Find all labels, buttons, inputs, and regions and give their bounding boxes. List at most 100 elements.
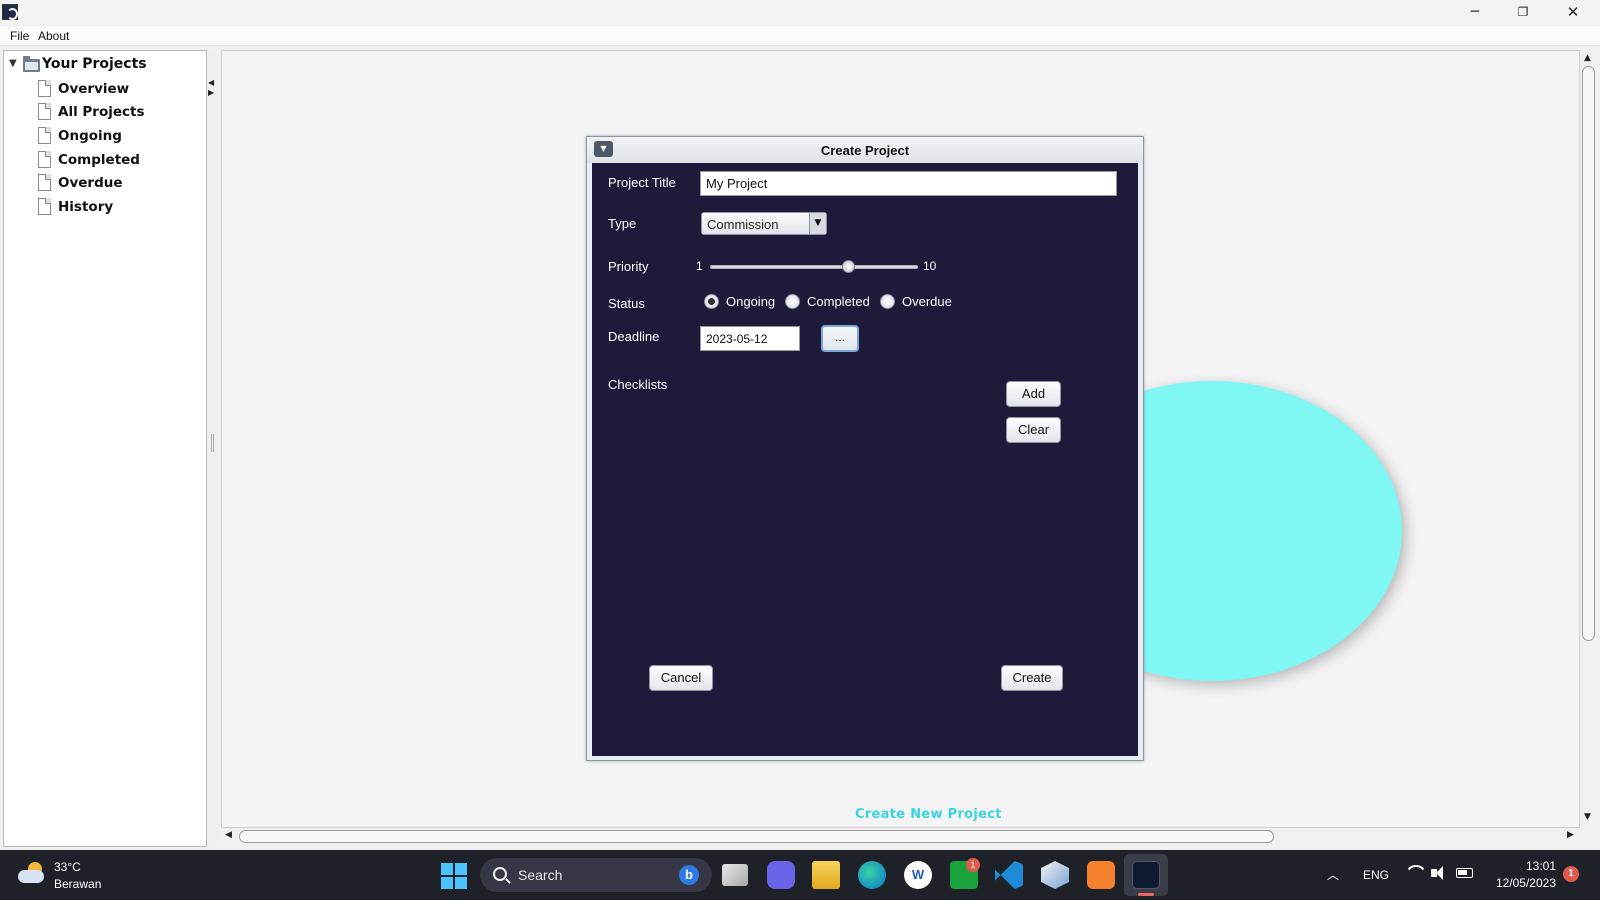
priority-slider-thumb[interactable]: [842, 260, 856, 273]
radio-label: Overdue: [902, 294, 952, 309]
search-label: Search: [518, 867, 563, 883]
menu-about[interactable]: About: [38, 29, 69, 43]
splitter-grip[interactable]: [211, 434, 214, 452]
project-title-label: Project Title: [608, 175, 676, 190]
tree-item-label: Overview: [58, 81, 130, 97]
menu-file[interactable]: File: [10, 29, 29, 43]
type-label: Type: [608, 216, 637, 231]
input-language-indicator[interactable]: ENG: [1363, 868, 1389, 882]
document-icon: [38, 151, 51, 168]
vertical-scroll-thumb[interactable]: [1582, 66, 1595, 641]
show-hidden-icons-chevron-icon[interactable]: ︿: [1327, 866, 1339, 883]
tree-item-label: Overdue: [58, 175, 123, 191]
tree-root-your-projects[interactable]: Your Projects: [42, 56, 147, 72]
window-title-bar: ─ ❐ ✕: [0, 0, 1600, 24]
scroll-down-icon[interactable]: ▼: [1584, 812, 1591, 822]
tree-item-ongoing[interactable]: Ongoing: [38, 126, 203, 146]
close-icon[interactable]: ✕: [1550, 0, 1596, 24]
checklists-label: Checklists: [608, 377, 668, 392]
wifi-icon[interactable]: [1406, 865, 1424, 881]
search-icon: [493, 867, 507, 881]
create-project-dialog: Create Project ▼ Project Title Type Comm…: [586, 136, 1144, 761]
deadline-label: Deadline: [608, 329, 660, 344]
clear-checklist-button[interactable]: Clear: [1006, 417, 1061, 443]
priority-min-label: 1: [696, 259, 703, 273]
tree-item-label: All Projects: [58, 104, 145, 120]
volume-icon[interactable]: [1431, 866, 1447, 880]
tree-item-history[interactable]: History: [38, 197, 203, 217]
edge-browser-icon[interactable]: [858, 861, 886, 889]
radio-label: Completed: [807, 294, 870, 309]
document-icon: [38, 174, 51, 191]
date-picker-button[interactable]: ...: [821, 325, 859, 352]
minimize-icon[interactable]: ─: [1452, 0, 1498, 24]
windows-taskbar: 33°C Berawan Search b 1 ︿ ENG 13:01 12/0…: [0, 850, 1600, 900]
status-label: Status: [608, 296, 645, 311]
radio-button-icon[interactable]: [785, 294, 800, 309]
tree-item-label: Ongoing: [58, 128, 122, 144]
clock-time[interactable]: 13:01: [1470, 859, 1556, 873]
create-new-project-link[interactable]: Create New Project: [855, 807, 1002, 822]
collapse-arrows-icon[interactable]: ◀ ▶: [208, 78, 214, 98]
horizontal-scrollbar[interactable]: ◀ ▶: [221, 828, 1580, 845]
dialog-form: Project Title Type Commission ▼ Priority…: [592, 163, 1138, 756]
create-button[interactable]: Create: [1001, 665, 1063, 691]
java-app-icon[interactable]: [1132, 861, 1160, 889]
scroll-up-icon[interactable]: ▲: [1584, 53, 1591, 63]
task-view-icon[interactable]: [722, 864, 748, 886]
split-pane-divider[interactable]: ◀ ▶: [207, 50, 218, 847]
type-selected-value: Commission: [707, 217, 779, 232]
type-select[interactable]: Commission ▼: [701, 212, 827, 235]
tree-item-overview[interactable]: Overview: [38, 79, 203, 99]
weather-temperature[interactable]: 33°C: [54, 860, 81, 874]
vscode-icon[interactable]: [995, 861, 1023, 889]
dialog-menu-icon[interactable]: ▼: [594, 141, 613, 157]
weather-cloudy-icon[interactable]: [18, 862, 46, 884]
active-app-indicator: [1138, 893, 1154, 896]
document-icon: [38, 127, 51, 144]
dropdown-arrow-icon[interactable]: ▼: [809, 213, 826, 234]
tree-item-label: Completed: [58, 152, 140, 168]
project-tree: ▼ Your Projects Overview All Projects On…: [3, 50, 207, 847]
windows-start-icon[interactable]: [441, 863, 467, 889]
vertical-scrollbar[interactable]: ▲ ▼: [1580, 50, 1597, 828]
tree-item-label: History: [58, 199, 114, 215]
weather-description[interactable]: Berawan: [54, 877, 101, 891]
radio-button-icon[interactable]: [880, 294, 895, 309]
bing-icon[interactable]: b: [679, 865, 699, 885]
taskbar-search-box[interactable]: Search b: [480, 858, 712, 892]
tree-item-all-projects[interactable]: All Projects: [38, 102, 203, 122]
teams-chat-icon[interactable]: [767, 861, 795, 889]
document-icon: [38, 103, 51, 120]
xampp-icon[interactable]: [1087, 861, 1115, 889]
document-icon: [38, 80, 51, 97]
virtualbox-icon[interactable]: [1041, 861, 1069, 889]
app-icon: [2, 4, 18, 20]
priority-slider-track[interactable]: [710, 265, 918, 269]
tree-item-overdue[interactable]: Overdue: [38, 173, 203, 193]
radio-label: Ongoing: [726, 294, 776, 309]
project-title-input[interactable]: [700, 171, 1117, 196]
cancel-button[interactable]: Cancel: [649, 665, 713, 691]
tree-expand-toggle-icon[interactable]: ▼: [9, 58, 17, 69]
file-explorer-icon[interactable]: [812, 861, 840, 889]
restore-icon[interactable]: ❐: [1500, 0, 1546, 24]
word-app-icon[interactable]: [904, 861, 932, 889]
folder-icon: [23, 56, 40, 72]
scroll-right-icon[interactable]: ▶: [1567, 830, 1574, 840]
dialog-title-bar[interactable]: Create Project ▼: [587, 137, 1143, 163]
tree-item-completed[interactable]: Completed: [38, 150, 203, 170]
dialog-title: Create Project: [820, 143, 910, 158]
xbox-notification-badge: 1: [966, 858, 980, 872]
scroll-left-icon[interactable]: ◀: [225, 830, 232, 840]
add-checklist-button[interactable]: Add: [1006, 381, 1061, 407]
priority-label: Priority: [608, 259, 649, 274]
notification-badge-icon[interactable]: 1: [1563, 866, 1579, 882]
radio-button-icon[interactable]: [704, 294, 719, 309]
deadline-input[interactable]: [700, 326, 800, 351]
clock-date[interactable]: 12/05/2023: [1470, 876, 1556, 890]
menu-bar: File About: [0, 26, 1600, 46]
priority-max-label: 10: [923, 259, 937, 273]
horizontal-scroll-thumb[interactable]: [239, 830, 1274, 843]
document-icon: [38, 198, 51, 215]
